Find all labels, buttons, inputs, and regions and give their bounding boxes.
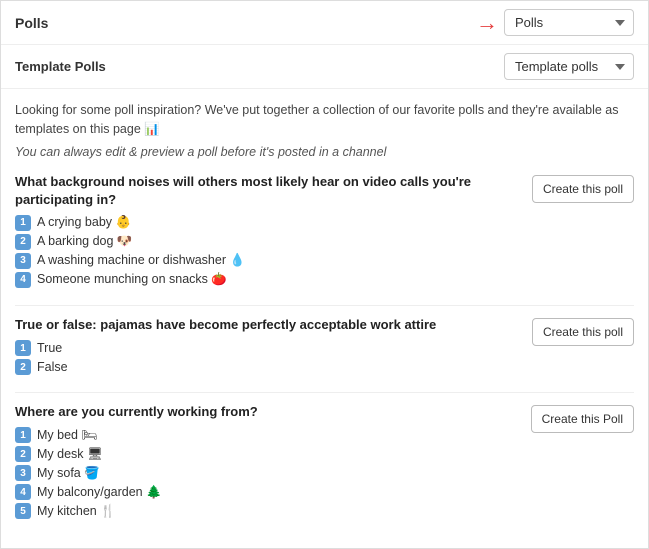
poll-option: 1 My bed 🛏 [15, 427, 519, 443]
poll-question: True or false: pajamas have become perfe… [15, 316, 520, 334]
poll-item: What background noises will others most … [15, 173, 634, 291]
option-number: 2 [15, 446, 31, 462]
poll-content: What background noises will others most … [15, 173, 520, 291]
poll-option: 5 My kitchen 🍴 [15, 503, 519, 519]
divider [15, 305, 634, 306]
page-title: Polls [15, 15, 48, 31]
option-text: A washing machine or dishwasher 💧 [37, 253, 245, 268]
option-number: 1 [15, 215, 31, 231]
option-number: 2 [15, 234, 31, 250]
poll-question: Where are you currently working from? [15, 403, 519, 421]
poll-option: 1 True [15, 340, 520, 356]
option-text: My desk 🖥 [37, 447, 103, 462]
option-number: 4 [15, 484, 31, 500]
poll-option: 4 My balcony/garden 🌲 [15, 484, 519, 500]
content-area: Looking for some poll inspiration? We've… [1, 89, 648, 548]
option-number: 3 [15, 465, 31, 481]
option-text: A crying baby 👶 [37, 215, 131, 230]
poll-option: 2 My desk 🖥 [15, 446, 519, 462]
option-text: A barking dog 🐶 [37, 234, 132, 249]
option-text: My kitchen 🍴 [37, 504, 116, 519]
poll-option: 2 A barking dog 🐶 [15, 234, 520, 250]
poll-option: 2 False [15, 359, 520, 375]
option-text: My balcony/garden 🌲 [37, 485, 162, 500]
poll-content: Where are you currently working from? 1 … [15, 403, 519, 522]
polls-dropdown[interactable]: Polls [504, 9, 634, 36]
poll-item: Where are you currently working from? 1 … [15, 403, 634, 522]
poll-option: 3 A washing machine or dishwasher 💧 [15, 253, 520, 269]
page-wrapper: Polls → Polls Template Polls Template po… [0, 0, 649, 549]
poll-option: 1 A crying baby 👶 [15, 215, 520, 231]
option-text: My bed 🛏 [37, 428, 97, 443]
poll-question: What background noises will others most … [15, 173, 520, 209]
template-label: Template Polls [15, 59, 106, 74]
option-text: My sofa 🪣 [37, 466, 100, 481]
divider [15, 392, 634, 393]
option-text: False [37, 360, 68, 374]
red-arrow-icon: → [476, 12, 498, 34]
poll-content: True or false: pajamas have become perfe… [15, 316, 520, 378]
header-bar: Polls → Polls [1, 1, 648, 45]
option-number: 2 [15, 359, 31, 375]
template-dropdown[interactable]: Template polls [504, 53, 634, 80]
arrow-and-dropdown: → Polls [476, 9, 634, 36]
option-text: Someone munching on snacks 🍅 [37, 272, 227, 287]
option-number: 1 [15, 340, 31, 356]
create-poll-button-1[interactable]: Create this poll [532, 175, 634, 203]
intro-text: Looking for some poll inspiration? We've… [15, 101, 634, 139]
create-poll-button-2[interactable]: Create this poll [532, 318, 634, 346]
template-bar: Template Polls Template polls [1, 45, 648, 89]
option-number: 1 [15, 427, 31, 443]
option-number: 5 [15, 503, 31, 519]
option-text: True [37, 341, 62, 355]
option-number: 3 [15, 253, 31, 269]
poll-option: 4 Someone munching on snacks 🍅 [15, 272, 520, 288]
option-number: 4 [15, 272, 31, 288]
create-poll-button-3[interactable]: Create this Poll [531, 405, 634, 433]
poll-item: True or false: pajamas have become perfe… [15, 316, 634, 378]
poll-option: 3 My sofa 🪣 [15, 465, 519, 481]
italic-note: You can always edit & preview a poll bef… [15, 145, 634, 159]
